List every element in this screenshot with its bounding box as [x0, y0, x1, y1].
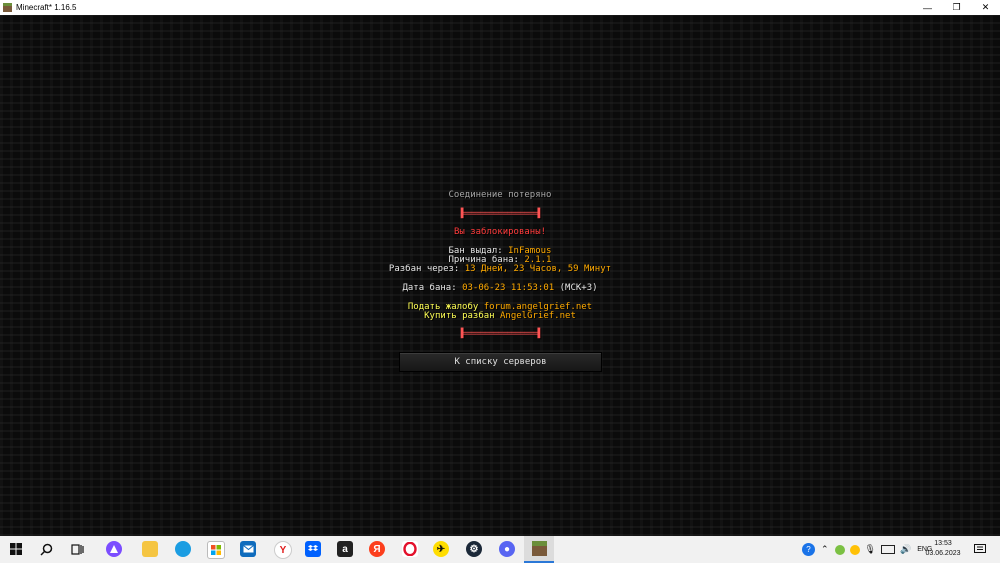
maximize-button[interactable]: ❐: [942, 0, 971, 15]
network-icon[interactable]: [880, 545, 895, 554]
window-controls: — ❐ ✕: [913, 0, 1000, 15]
minecraft-app-icon: [3, 3, 12, 12]
alice-assistant-icon[interactable]: [106, 541, 122, 557]
buy-unban-label: Купить разбан: [424, 311, 500, 321]
file-explorer-icon[interactable]: [142, 541, 158, 557]
dropbox-icon[interactable]: [305, 541, 321, 557]
discord-icon[interactable]: ●: [499, 541, 515, 557]
mail-icon[interactable]: [240, 541, 256, 557]
buy-unban-link: AngelGrief.net: [500, 311, 576, 321]
clock[interactable]: 13:53 03.06.2023: [918, 539, 968, 559]
kaspersky-icon[interactable]: [834, 544, 845, 555]
amazon-icon[interactable]: a: [337, 541, 353, 557]
task-view-icon[interactable]: [69, 541, 85, 557]
unban-value: 13 Дней, 23 Часов, 59 Минут: [464, 264, 612, 274]
minecraft-icon: [531, 541, 547, 556]
unban-line: Разбан через: 13 Дней, 23 Часов, 59 Мину…: [0, 265, 1000, 274]
windows-start-icon[interactable]: [8, 541, 24, 557]
window-title: Minecraft* 1.16.5: [16, 3, 77, 12]
unban-label: Разбан через:: [388, 264, 465, 274]
search-icon[interactable]: [38, 541, 54, 557]
help-icon[interactable]: ?: [802, 543, 815, 556]
chevron-up-icon[interactable]: ⌃: [821, 544, 829, 555]
app-tray-icon[interactable]: [849, 544, 860, 555]
yandex-icon[interactable]: Я: [369, 541, 385, 557]
window-titlebar: Minecraft* 1.16.5 — ❐ ✕: [0, 0, 1000, 15]
yandex-disk-icon[interactable]: ✈: [433, 541, 449, 557]
minecraft-taskbar-item[interactable]: [524, 536, 554, 563]
taskbar: Y a Я ✈ ⚙ ● ? ⌃ 🎙 🔊 ENG 13:53 03.06.2023: [0, 536, 1000, 563]
yandex-browser-icon[interactable]: Y: [274, 541, 292, 559]
close-button[interactable]: ✕: [971, 0, 1000, 15]
microsoft-store-icon[interactable]: [207, 541, 225, 559]
bottom-divider: ▐=================▌: [458, 329, 543, 339]
opera-icon[interactable]: [402, 541, 418, 557]
ban-date-label: Дата бана:: [402, 283, 463, 293]
microphone-icon[interactable]: 🎙: [865, 544, 876, 555]
top-divider: ▐=================▌: [458, 209, 543, 219]
banned-message: Вы заблокированы!: [453, 227, 547, 237]
edge-browser-icon[interactable]: [175, 541, 191, 557]
notifications-icon[interactable]: [972, 541, 988, 557]
back-to-server-list-button[interactable]: К списку серверов: [399, 352, 602, 372]
buy-unban-line: Купить разбан AngelGrief.net: [0, 312, 1000, 321]
disconnect-title: Соединение потеряно: [448, 190, 552, 200]
minimize-button[interactable]: —: [913, 0, 942, 15]
clock-date: 03.06.2023: [925, 550, 961, 557]
clock-time: 13:53: [934, 540, 952, 547]
system-tray: ? ⌃ 🎙 🔊 ENG: [802, 536, 932, 563]
ban-date-value: 03-06-23 11:53:01: [462, 283, 555, 293]
ban-date-timezone: (МСК+3): [554, 283, 598, 293]
ban-date-line: Дата бана: 03-06-23 11:53:01 (МСК+3): [0, 284, 1000, 293]
speaker-icon[interactable]: 🔊: [900, 544, 911, 555]
steam-icon[interactable]: ⚙: [466, 541, 482, 557]
game-viewport: Соединение потеряно ▐=================▌ …: [0, 15, 1000, 536]
